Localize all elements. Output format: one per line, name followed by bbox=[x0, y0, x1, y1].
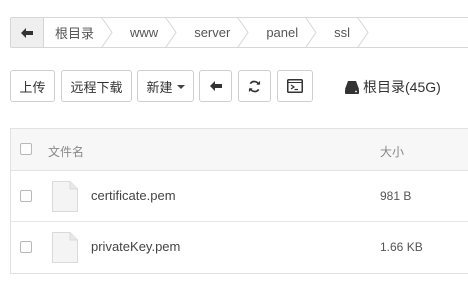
chevron-down-icon bbox=[176, 85, 185, 89]
breadcrumb-label: ssl bbox=[334, 25, 351, 40]
new-button-label: 新建 bbox=[146, 79, 173, 95]
breadcrumb-item-server[interactable]: server bbox=[176, 18, 249, 47]
row-checkbox[interactable] bbox=[20, 241, 32, 253]
breadcrumb-back-button[interactable] bbox=[11, 18, 44, 47]
disk-selector[interactable]: 根目录(45G) bbox=[345, 77, 441, 97]
hdd-icon bbox=[345, 80, 359, 94]
refresh-button[interactable] bbox=[238, 70, 271, 102]
breadcrumb-separator bbox=[357, 18, 369, 47]
row-checkbox[interactable] bbox=[20, 190, 32, 202]
file-size: 981 B bbox=[380, 189, 412, 203]
column-header-name[interactable]: 文件名 bbox=[48, 143, 84, 160]
breadcrumb-item-ssl[interactable]: ssl bbox=[316, 18, 369, 47]
file-name[interactable]: certificate.pem bbox=[91, 188, 176, 203]
upload-button-label: 上传 bbox=[19, 79, 46, 95]
file-size: 1.66 KB bbox=[380, 240, 423, 254]
upload-button[interactable]: 上传 bbox=[10, 70, 55, 102]
new-dropdown-button[interactable]: 新建 bbox=[137, 70, 194, 102]
terminal-icon bbox=[287, 79, 303, 93]
file-name[interactable]: privateKey.pem bbox=[91, 239, 180, 254]
breadcrumb-item-www[interactable]: www bbox=[112, 18, 177, 47]
refresh-icon bbox=[248, 80, 261, 92]
file-table: 文件名 大小 certificate.pem 981 B privateKey.… bbox=[10, 128, 468, 274]
breadcrumb-label: server bbox=[194, 25, 231, 40]
back-button[interactable] bbox=[199, 70, 232, 102]
arrow-left-icon bbox=[209, 81, 222, 91]
remote-download-button[interactable]: 远程下载 bbox=[61, 70, 132, 102]
breadcrumb-item-panel[interactable]: panel bbox=[248, 18, 317, 47]
arrow-left-icon bbox=[21, 27, 33, 38]
table-header: 文件名 大小 bbox=[11, 129, 468, 171]
disk-label: 根目录(45G) bbox=[363, 79, 441, 95]
breadcrumb-label: www bbox=[130, 25, 159, 40]
file-icon bbox=[52, 181, 78, 212]
breadcrumb-label: 根目录 bbox=[55, 26, 95, 41]
breadcrumb-label: panel bbox=[266, 25, 299, 40]
remote-download-button-label: 远程下载 bbox=[70, 79, 123, 95]
table-row[interactable]: privateKey.pem 1.66 KB bbox=[11, 222, 468, 273]
table-row[interactable]: certificate.pem 981 B bbox=[11, 171, 468, 222]
file-icon bbox=[52, 232, 78, 263]
terminal-button[interactable] bbox=[277, 70, 313, 102]
column-header-size[interactable]: 大小 bbox=[380, 143, 404, 160]
breadcrumb-item-root[interactable]: 根目录 bbox=[44, 18, 113, 47]
breadcrumb: 根目录 www server panel ssl bbox=[10, 17, 468, 48]
select-all-checkbox[interactable] bbox=[20, 143, 32, 155]
